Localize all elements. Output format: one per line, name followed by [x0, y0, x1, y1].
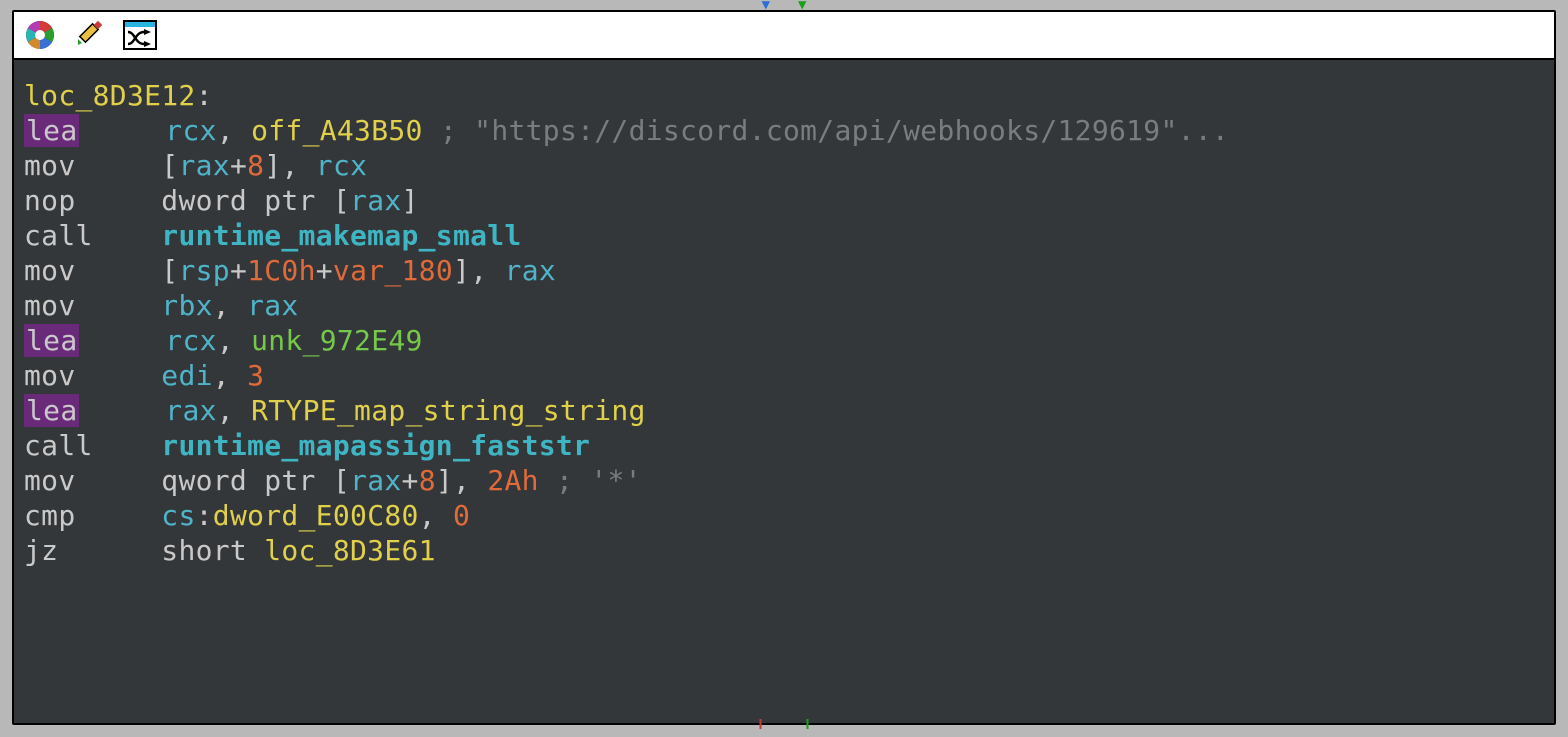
- token-reg: rcx: [316, 149, 367, 182]
- block-label[interactable]: loc_8D3E12: [24, 79, 196, 112]
- asm-line[interactable]: lea rcx, off_A43B50 ; "https://discord.c…: [24, 113, 1544, 148]
- token-br: [: [161, 149, 178, 182]
- mnemonic: nop: [24, 184, 75, 217]
- token-br: [: [333, 184, 350, 217]
- token-funccall: runtime_mapassign_faststr: [161, 429, 590, 462]
- incoming-edge-arrows: ▼ ▼: [762, 0, 807, 10]
- asm-line[interactable]: mov [rax+8], rcx: [24, 148, 1544, 183]
- token-num: 8: [419, 464, 436, 497]
- token-sym-green: unk_972E49: [251, 324, 423, 357]
- token-reg: rbx: [161, 289, 212, 322]
- token-plain: [539, 464, 556, 497]
- token-br: ]: [264, 149, 281, 182]
- token-plain: [423, 114, 440, 147]
- token-plain: ,: [470, 254, 504, 287]
- token-num: 2Ah: [487, 464, 538, 497]
- token-plain: ,: [213, 289, 247, 322]
- asm-line[interactable]: call runtime_mapassign_faststr: [24, 428, 1544, 463]
- token-num: 8: [247, 149, 264, 182]
- token-br: ]: [402, 184, 419, 217]
- token-sym-yellow: RTYPE_map_string_string: [251, 394, 646, 427]
- token-comment: ; '*': [556, 464, 642, 497]
- token-sym-yellow: off_A43B50: [251, 114, 423, 147]
- token-reg: edi: [161, 359, 212, 392]
- mnemonic: mov: [24, 359, 75, 392]
- mnemonic: mov: [24, 149, 75, 182]
- token-plain: ,: [419, 499, 453, 532]
- token-comment: ; "https://discord.com/api/webhooks/1296…: [440, 114, 1229, 147]
- token-sym-yellow: dword_E00C80: [213, 499, 419, 532]
- mnemonic: lea: [24, 324, 79, 357]
- token-reg: rax: [247, 289, 298, 322]
- asm-line[interactable]: jz short loc_8D3E61: [24, 533, 1544, 568]
- token-seg: cs: [161, 499, 195, 532]
- token-br: ]: [436, 464, 453, 497]
- edit-button[interactable]: [72, 17, 108, 53]
- token-num: 3: [247, 359, 264, 392]
- arrow-down-blue-icon: ▼: [762, 0, 770, 10]
- token-kw: short: [161, 534, 264, 567]
- token-reg: rcx: [165, 324, 216, 357]
- token-plain: ,: [453, 464, 487, 497]
- asm-line[interactable]: mov edi, 3: [24, 358, 1544, 393]
- shuffle-button[interactable]: [122, 17, 158, 53]
- token-reg: rsp: [178, 254, 229, 287]
- block-toolbar: [14, 12, 1554, 60]
- shuffle-icon: [123, 20, 157, 50]
- token-reg: rax: [350, 184, 401, 217]
- token-reg: rcx: [165, 114, 216, 147]
- color-wheel-icon: [24, 19, 56, 51]
- mnemonic: lea: [24, 114, 79, 147]
- token-plain: +: [230, 254, 247, 287]
- mnemonic: lea: [24, 394, 79, 427]
- asm-line[interactable]: mov qword ptr [rax+8], 2Ah ; '*': [24, 463, 1544, 498]
- token-kw: qword ptr: [161, 464, 333, 497]
- mnemonic: jz: [24, 534, 58, 567]
- edit-icon: [74, 19, 106, 51]
- mnemonic: cmp: [24, 499, 75, 532]
- token-num: 0: [453, 499, 470, 532]
- mnemonic: mov: [24, 464, 75, 497]
- token-num: 1C0h: [247, 254, 316, 287]
- token-reg: rax: [505, 254, 556, 287]
- asm-line[interactable]: lea rcx, unk_972E49: [24, 323, 1544, 358]
- token-reg: rax: [165, 394, 216, 427]
- token-br: [: [161, 254, 178, 287]
- mnemonic: call: [24, 429, 93, 462]
- token-plain: ,: [281, 149, 315, 182]
- token-br: [: [333, 464, 350, 497]
- color-wheel-button[interactable]: [22, 17, 58, 53]
- token-plain: +: [402, 464, 419, 497]
- token-kw: dword ptr: [161, 184, 333, 217]
- asm-line[interactable]: lea rax, RTYPE_map_string_string: [24, 393, 1544, 428]
- edge-true-icon: [807, 719, 809, 729]
- asm-line[interactable]: mov [rsp+1C0h+var_180], rax: [24, 253, 1544, 288]
- disasm-block-panel: loc_8D3E12: lea rcx, off_A43B50 ; "https:…: [12, 10, 1556, 725]
- edge-false-icon: [760, 719, 762, 729]
- disassembly-listing[interactable]: loc_8D3E12: lea rcx, off_A43B50 ; "https:…: [14, 60, 1554, 723]
- token-plain: :: [196, 499, 213, 532]
- mnemonic: mov: [24, 289, 75, 322]
- token-plain: ,: [217, 324, 251, 357]
- token-plain: +: [316, 254, 333, 287]
- token-plain: +: [230, 149, 247, 182]
- mnemonic: call: [24, 219, 93, 252]
- asm-line[interactable]: nop dword ptr [rax]: [24, 183, 1544, 218]
- token-plain: ,: [217, 394, 251, 427]
- asm-line[interactable]: cmp cs:dword_E00C80, 0: [24, 498, 1544, 533]
- asm-line[interactable]: call runtime_makemap_small: [24, 218, 1544, 253]
- token-reg: rax: [350, 464, 401, 497]
- token-plain: ,: [213, 359, 247, 392]
- token-plain: ,: [217, 114, 251, 147]
- token-br: ]: [453, 254, 470, 287]
- mnemonic: mov: [24, 254, 75, 287]
- token-reg: rax: [178, 149, 229, 182]
- arrow-down-green-icon: ▼: [798, 0, 806, 10]
- outgoing-edges: [760, 719, 809, 729]
- asm-line[interactable]: mov rbx, rax: [24, 288, 1544, 323]
- token-num: var_180: [333, 254, 453, 287]
- token-sym-yellow: loc_8D3E61: [264, 534, 436, 567]
- token-funccall: runtime_makemap_small: [161, 219, 521, 252]
